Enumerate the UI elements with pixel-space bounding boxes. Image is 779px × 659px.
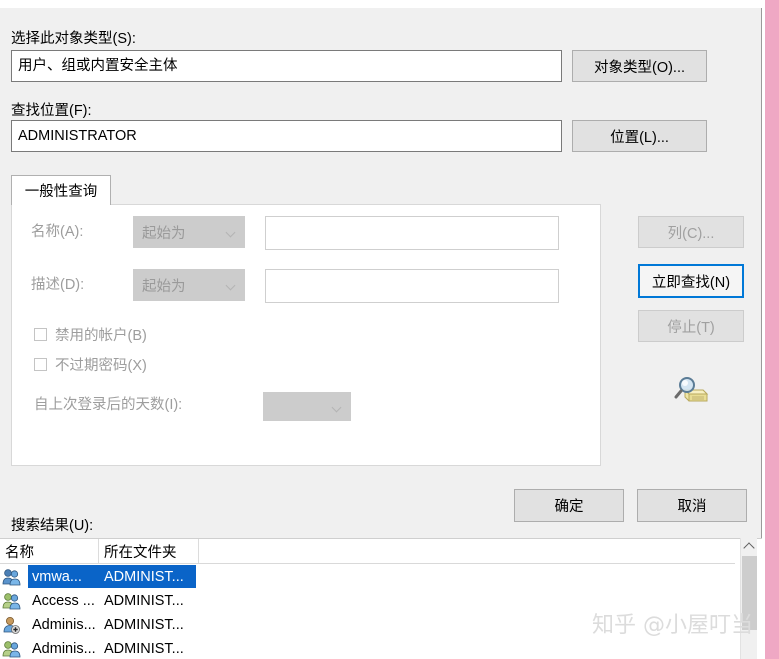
table-row[interactable]: Adminis... ADMINIST...: [0, 637, 735, 659]
object-type-input[interactable]: 用户、组或内置安全主体: [11, 50, 562, 82]
non-expiring-password-checkbox[interactable]: 不过期密码(X): [34, 354, 147, 375]
days-since-logon-select[interactable]: [263, 392, 351, 421]
row-folder: ADMINIST...: [104, 641, 184, 657]
stop-button[interactable]: 停止(T): [638, 310, 744, 342]
column-header-folder[interactable]: 所在文件夹: [99, 539, 199, 563]
results-scrollbar[interactable]: [740, 538, 757, 659]
columns-button[interactable]: 列(C)...: [638, 216, 744, 248]
chevron-up-icon[interactable]: [741, 538, 757, 555]
description-condition-select[interactable]: 起始为: [133, 269, 245, 301]
chevron-down-icon: [227, 282, 236, 288]
location-button[interactable]: 位置(L)...: [572, 120, 707, 152]
name-condition-select[interactable]: 起始为: [133, 216, 245, 248]
disabled-accounts-label: 禁用的帐户(B): [55, 328, 147, 344]
object-type-button[interactable]: 对象类型(O)...: [572, 50, 707, 82]
find-now-button[interactable]: 立即查找(N): [638, 264, 744, 298]
ok-button[interactable]: 确定: [514, 489, 624, 522]
checkbox-box: [34, 358, 47, 371]
column-header-name[interactable]: 名称: [0, 539, 99, 563]
name-input[interactable]: [265, 216, 559, 250]
group-icon: [2, 640, 21, 658]
query-tabstrip: 一般性查询: [11, 175, 601, 205]
table-row[interactable]: vmwa... ADMINIST...: [0, 565, 735, 589]
row-name: Adminis...: [32, 641, 96, 657]
chevron-down-icon: [227, 229, 236, 235]
page-background-strip: [765, 0, 779, 659]
description-input[interactable]: [265, 269, 559, 303]
description-label: 描述(D):: [31, 277, 85, 293]
row-name: Adminis...: [32, 617, 96, 633]
row-folder: ADMINIST...: [104, 617, 184, 633]
location-input[interactable]: ADMINISTRATOR: [11, 120, 562, 152]
chevron-down-icon: [333, 404, 342, 410]
non-expiring-password-label: 不过期密码(X): [55, 358, 147, 374]
results-label: 搜索结果(U):: [11, 518, 94, 534]
description-condition-value: 起始为: [142, 278, 186, 295]
name-condition-value: 起始为: [142, 225, 186, 242]
watermark: 知乎 @小屋叮当: [592, 613, 753, 638]
object-type-label: 选择此对象类型(S):: [11, 31, 136, 47]
row-name: vmwa...: [32, 569, 82, 585]
tab-common-queries[interactable]: 一般性查询: [11, 175, 111, 205]
location-label: 查找位置(F):: [11, 103, 92, 119]
group-icon: [2, 568, 21, 586]
checkbox-box: [34, 328, 47, 341]
row-folder: ADMINIST...: [104, 593, 184, 609]
row-folder: ADMINIST...: [104, 569, 184, 585]
results-list-header: 名称 所在文件夹: [0, 539, 735, 564]
magnifier-folder-icon: [673, 374, 709, 406]
cancel-button[interactable]: 取消: [637, 489, 747, 522]
results-listbox[interactable]: 名称 所在文件夹 vmwa... ADMINIST... Access ... …: [0, 538, 762, 659]
name-label: 名称(A):: [31, 224, 84, 240]
page-top-strip: [0, 0, 765, 8]
group-icon: [2, 592, 21, 610]
user-add-icon: [2, 616, 21, 634]
row-name: Access ...: [32, 593, 95, 609]
disabled-accounts-checkbox[interactable]: 禁用的帐户(B): [34, 324, 147, 345]
days-since-logon-label: 自上次登录后的天数(I):: [34, 397, 183, 413]
screenshot-root: 选择此对象类型(S): 用户、组或内置安全主体 对象类型(O)... 查找位置(…: [0, 0, 779, 659]
